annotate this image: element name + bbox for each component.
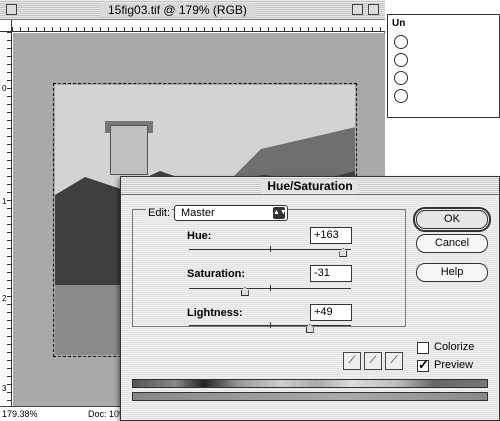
ruler-vertical: 0 1 2 3	[0, 32, 12, 406]
ruler-mark-3: 3	[2, 384, 7, 393]
input-spectrum-bar	[132, 379, 488, 388]
saturation-input[interactable]: -31	[310, 265, 352, 282]
cancel-button[interactable]: Cancel	[416, 234, 488, 253]
dialog-titlebar[interactable]: Hue/Saturation	[121, 177, 499, 195]
hue-saturation-dialog: Hue/Saturation Edit: Master ▲▼ Hue: +163…	[120, 176, 500, 421]
edit-select[interactable]: Master ▲▼	[174, 205, 288, 221]
eyedropper-plus-icon[interactable]: ⟋	[364, 352, 382, 370]
ruler-horizontal	[12, 20, 385, 32]
hue-slider-track[interactable]	[189, 246, 351, 257]
lightness-slider-thumb[interactable]	[305, 324, 314, 333]
saturation-slider-thumb[interactable]	[240, 287, 249, 296]
hue-input[interactable]: +163	[310, 227, 352, 244]
saturation-label: Saturation:	[187, 268, 246, 280]
history-palette: Un	[387, 14, 500, 118]
ruler-mark-2: 2	[2, 294, 7, 303]
saturation-slider-track[interactable]	[189, 285, 351, 296]
hue-center-tick	[270, 246, 271, 252]
lightness-center-tick	[270, 322, 271, 328]
lightness-slider-track[interactable]	[189, 322, 351, 333]
edit-label: Edit:	[146, 207, 173, 219]
output-spectrum-bar	[132, 392, 488, 401]
hue-slider-thumb[interactable]	[339, 248, 348, 257]
lightness-input[interactable]: +49	[310, 304, 352, 321]
colorize-checkbox[interactable]	[417, 342, 429, 354]
ruler-corner	[0, 20, 12, 32]
window-title: 15fig03.tif @ 179% (RGB)	[100, 3, 255, 17]
lasso-icon[interactable]	[394, 89, 408, 103]
collapse-box[interactable]	[368, 4, 379, 15]
palette-tab[interactable]: Un	[392, 18, 405, 29]
select-arrows-icon: ▲▼	[273, 207, 287, 219]
checkmark-icon: ✓	[418, 357, 429, 372]
help-button[interactable]: Help	[416, 263, 488, 282]
edit-select-value: Master	[181, 207, 215, 219]
preview-label: Preview	[434, 359, 474, 371]
lasso-icon[interactable]	[394, 35, 408, 49]
zoom-box[interactable]	[352, 4, 363, 15]
colorize-label: Colorize	[434, 341, 475, 353]
ruler-mark-0: 0	[2, 84, 7, 93]
close-box[interactable]	[6, 4, 17, 15]
lasso-icon[interactable]	[394, 71, 408, 85]
saturation-center-tick	[270, 285, 271, 291]
ruler-mark-1: 1	[2, 197, 7, 206]
dialog-title: Hue/Saturation	[261, 179, 359, 193]
eyedropper-group: ⟋ ⟋ ⟋	[343, 352, 405, 370]
eyedropper-icon[interactable]: ⟋	[343, 352, 361, 370]
hue-label: Hue:	[187, 230, 212, 242]
edit-group-box	[132, 209, 406, 327]
eyedropper-minus-icon[interactable]: ⟋	[385, 352, 403, 370]
ok-button[interactable]: OK	[413, 207, 491, 232]
window-titlebar[interactable]: 15fig03.tif @ 179% (RGB)	[0, 0, 385, 20]
preview-checkbox[interactable]: ✓	[417, 357, 429, 372]
lightness-label: Lightness:	[187, 307, 243, 319]
lasso-icon[interactable]	[394, 53, 408, 67]
zoom-level[interactable]: 179.38%	[2, 409, 38, 419]
